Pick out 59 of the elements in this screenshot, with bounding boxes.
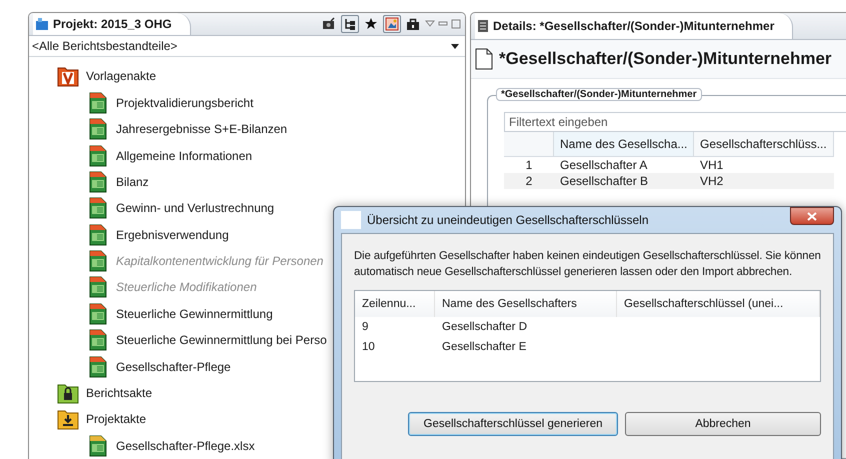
page-icon [475,48,493,70]
view-menu-icon[interactable] [425,20,435,28]
column-header[interactable]: Gesellschafterschlüssel (unei... [617,291,820,317]
table-cell-text: Gesellschafter E [441,340,528,355]
document-icon [87,276,109,298]
dialog-button[interactable]: Abbrechen [625,412,821,436]
locked-folder-icon [57,382,79,404]
dialog-title: Übersicht zu uneindeutigen Gesellschafterschlüsseln [367,213,648,227]
group-title: *Gesellschafter/(Sonder-)Mitunternehmer [496,88,702,101]
table-cell-text: Gesellschafter D [441,320,528,335]
table-cell: Gesellschafter B [554,173,694,189]
filter-field[interactable]: Filtertext eingeben [504,112,846,132]
dialog-button[interactable]: Gesellschafterschlüssel generieren [408,412,618,436]
tree-item[interactable]: Vorlagenakte [57,63,465,90]
document-icon [87,170,109,193]
table-cell-text: 9 [361,320,370,335]
details-icon [477,19,489,33]
document-icon [87,224,109,246]
table-cell: VH2 [694,173,834,189]
document-icon [87,356,109,378]
panel-tab[interactable]: Details: *Gesellschafter/(Sonder-)Mitunternehmer [475,13,794,39]
tree-icon [343,16,357,31]
column-header[interactable]: Zeilennu... [355,291,435,317]
close-button[interactable] [790,207,834,225]
briefcase-icon [406,16,420,31]
tree-item[interactable]: Allgemeine Informationen [87,142,465,169]
tree-item[interactable]: Bilanz [87,168,465,196]
dialog-message: Die aufgeführten Gesellschafter haben keinen eindeutigen Gesellschafterschlüssel. Sie können automatisch neue Gesellschafterschlüssel generieren lassen oder den Import abbrechen. [354,249,821,280]
column-header[interactable]: Gesellschafterschlüss... [694,132,834,157]
column-header[interactable]: Name des Gesellscha... [554,132,694,157]
document-icon [87,302,109,325]
close-icon [807,212,817,220]
document-icon [87,92,109,114]
document-icon [87,118,109,140]
download-folder-icon [57,408,79,430]
minimize-icon[interactable] [438,20,448,28]
toolbar-button[interactable] [341,14,359,33]
document-icon [87,250,109,272]
row-number: 2 [504,173,554,189]
project-icon [35,16,49,31]
document-icon [87,144,109,166]
details-heading: *Gesellschafter/(Sonder-)Mitunternehmer [499,49,832,69]
maximize-icon[interactable] [451,18,461,29]
tree-item[interactable]: Berichtsakte [57,380,465,406]
dropdown-arrow-icon [451,44,459,49]
document-icon [87,197,109,220]
document-icon [87,329,109,352]
spreadsheet-icon [87,434,109,457]
star-icon [364,16,378,31]
image-icon [385,16,399,31]
table-cell-text: 10 [361,340,376,355]
tree-item[interactable]: Gesellschafter-Pflege [87,353,465,380]
tree-item[interactable]: Projektvalidierungsbericht [87,90,465,116]
app-icon [341,211,361,229]
panel-tab[interactable]: Projekt: 2015_3 OHG [33,13,191,35]
camera-icon [322,16,336,31]
folder-icon [57,65,79,88]
column-header[interactable]: Name des Gesellschafters [435,291,617,317]
tree-item[interactable]: Jahresergebnisse S+E-Bilanzen [87,116,465,142]
